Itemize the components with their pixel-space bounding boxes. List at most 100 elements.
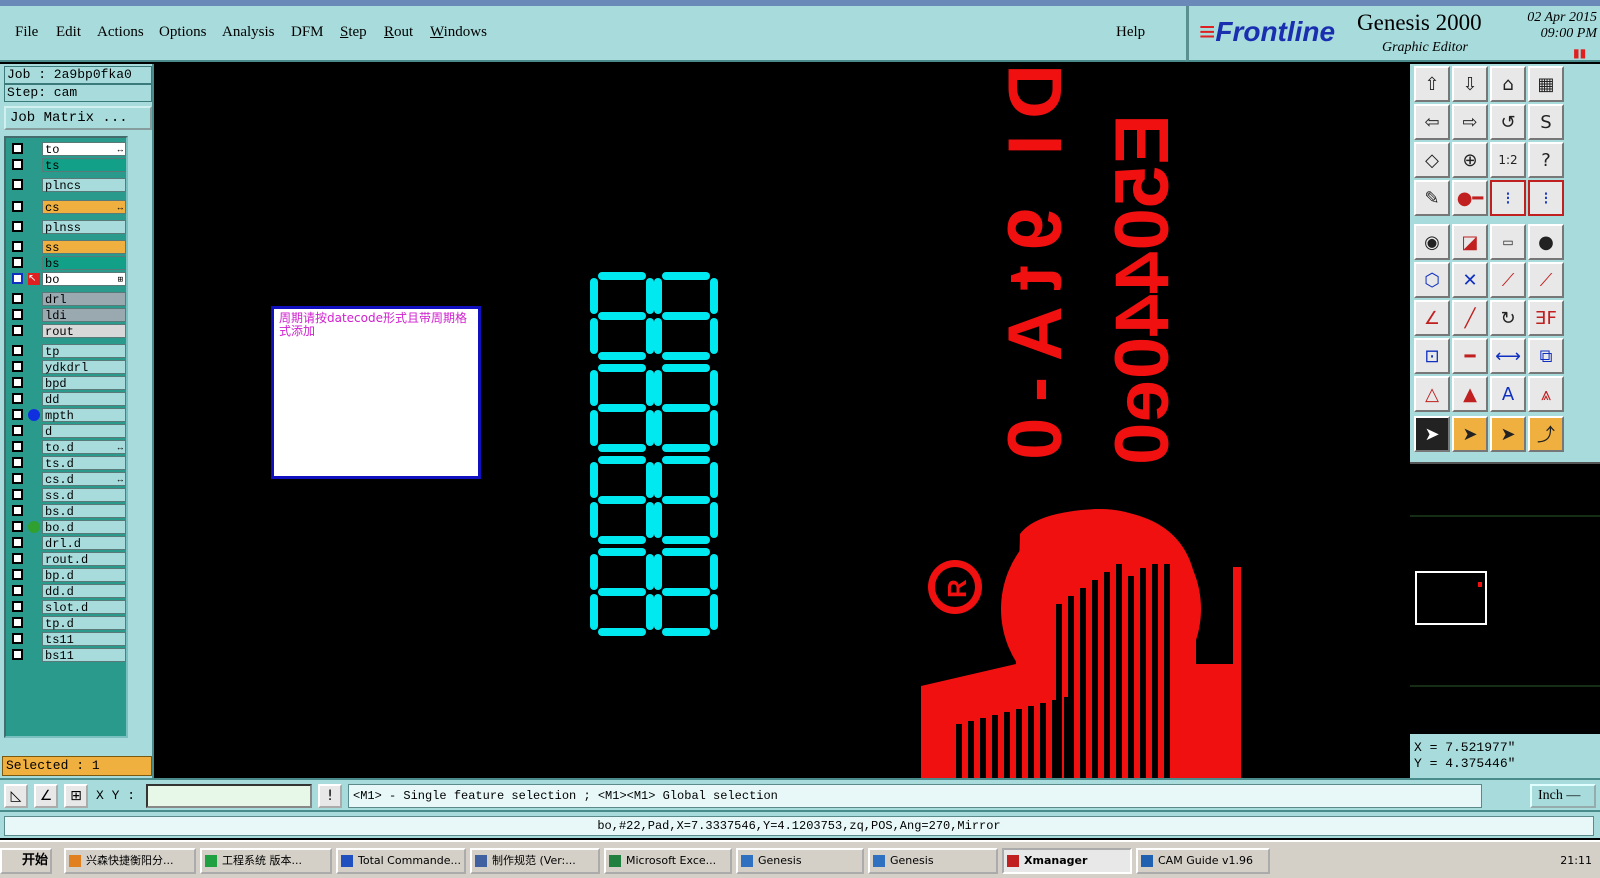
start-button[interactable]: 开始 [0,848,52,874]
layer-checkbox[interactable] [12,143,23,154]
slash-icon[interactable]: ╱ [1452,300,1488,336]
menu-rout[interactable]: Rout [384,24,413,41]
layer-checkbox[interactable] [12,393,23,404]
unit-selector[interactable]: Inch — [1530,784,1596,808]
layer-name[interactable]: rout.d [42,552,126,567]
layer-checkbox[interactable] [12,649,23,660]
job-matrix-button[interactable]: Job Matrix ... [4,106,152,130]
home-icon[interactable]: ⌂ [1490,66,1526,102]
tri-icon-1[interactable]: △ [1414,376,1450,412]
measure-icon[interactable]: ⟷ [1490,338,1526,374]
layer-name[interactable]: bs [42,256,126,271]
layer-row-drl[interactable]: drl [8,292,126,307]
layer-checkbox[interactable] [12,361,23,372]
scale-1-2-icon[interactable]: 1:2 [1490,142,1526,178]
layer-name[interactable]: bo ⊞ [42,272,126,287]
layer-row-bs-d[interactable]: bs.d [8,504,126,519]
layer-row-to[interactable]: to ↔ [8,142,126,157]
menu-actions[interactable]: Actions [97,24,144,41]
layer-name[interactable]: mpth [42,408,126,423]
array-icon[interactable]: ⧉ [1528,338,1564,374]
layer-checkbox[interactable] [12,293,23,304]
layer-name[interactable]: to.d ↔ [42,440,126,455]
layer-row-slot-d[interactable]: slot.d [8,600,126,615]
zoom-down-icon[interactable]: ⇩ [1452,66,1488,102]
layer-row-rout-d[interactable]: rout.d [8,552,126,567]
layer-checkbox[interactable] [12,409,23,420]
snap-grid-icon[interactable]: ◺ [4,784,28,808]
connect-icon[interactable]: ⬡ [1414,262,1450,298]
layer-row-cs[interactable]: cs ↔ [8,200,126,215]
rotate-icon[interactable]: ↻ [1490,300,1526,336]
pad-icon[interactable]: ◉ [1414,224,1450,260]
taskbar-item[interactable]: 兴森快捷衡阳分... [64,848,196,874]
layer-checkbox[interactable] [12,521,23,532]
layer-name[interactable]: cs ↔ [42,200,126,215]
alert-icon[interactable]: ! [318,784,342,808]
layer-checkbox[interactable] [12,617,23,628]
layer-row-ss[interactable]: ss [8,240,126,255]
layer-row-bo[interactable]: ↖ bo ⊞ [8,272,126,287]
taskbar-item[interactable]: CAM Guide v1.96 [1136,848,1270,874]
menu-step[interactable]: Step [340,24,367,41]
circle-icon[interactable]: ● [1528,224,1564,260]
layer-row-plncs[interactable]: plncs [8,178,126,193]
arc-node-icon[interactable]: ⟋ [1528,262,1564,298]
layer-name[interactable]: bo.d [42,520,126,535]
line-node-icon[interactable]: ⟋ [1490,262,1526,298]
menu-edit[interactable]: Edit [56,24,81,41]
layer-checkbox[interactable] [12,505,23,516]
layer-row-dd-d[interactable]: dd.d [8,584,126,599]
redraw-icon[interactable]: ↺ [1490,104,1526,140]
layer-row-ldi[interactable]: ldi [8,308,126,323]
menu-windows[interactable]: Windows [430,24,487,41]
layer-name[interactable]: plncs [42,178,126,193]
tri-icon-4[interactable]: ⩓ [1528,376,1564,412]
layer-name[interactable]: dd [42,392,126,407]
layer-row-bo-d[interactable]: bo.d [8,520,126,535]
angle-icon[interactable]: ∠ [1414,300,1450,336]
layer-checkbox[interactable] [12,309,23,320]
menu-help[interactable]: Help [1116,24,1145,41]
layer-name[interactable]: rout [42,324,126,339]
move-icon[interactable]: ◪ [1452,224,1488,260]
layer-row-d[interactable]: d [8,424,126,439]
layer-row-dd[interactable]: dd [8,392,126,407]
layer-name[interactable]: cs.d ↔ [42,472,126,487]
layer-row-drl-d[interactable]: drl.d [8,536,126,551]
layer-row-bp-d[interactable]: bp.d [8,568,126,583]
menu-dfm[interactable]: DFM [291,24,324,41]
layer-name[interactable]: bs11 [42,648,126,663]
angle-snap-icon[interactable]: ∠ [34,784,58,808]
layer-row-tp-d[interactable]: tp.d [8,616,126,631]
taskbar-item[interactable]: Total Commande... [336,848,466,874]
layer-checkbox[interactable] [12,489,23,500]
layer-name[interactable]: bp.d [42,568,126,583]
layer-name[interactable]: ts [42,158,126,173]
taskbar-item[interactable]: Xmanager [1002,848,1132,874]
layer-checkbox[interactable] [12,457,23,468]
layer-name[interactable]: ldi [42,308,126,323]
palette-icon[interactable]: ✎ [1414,180,1450,216]
net-icon-2[interactable]: ⁝ [1528,180,1564,216]
layer-checkbox[interactable] [12,241,23,252]
help-icon[interactable]: ? [1528,142,1564,178]
layer-checkbox[interactable] [12,537,23,548]
layer-name[interactable]: slot.d [42,600,126,615]
layer-name[interactable]: plnss [42,220,126,235]
layer-row-plnss[interactable]: plnss [8,220,126,235]
window-icon[interactable]: ▦ [1528,66,1564,102]
layer-name[interactable]: drl.d [42,536,126,551]
layer-checkbox[interactable] [12,601,23,612]
layer-name[interactable]: ss.d [42,488,126,503]
menu-options[interactable]: Options [159,24,207,41]
layer-checkbox[interactable] [12,273,23,284]
xy-input[interactable] [146,784,312,808]
layer-row-ts-d[interactable]: ts.d [8,456,126,471]
menu-file[interactable]: File [15,24,38,41]
layer-checkbox[interactable] [12,441,23,452]
net-icon-1[interactable]: ⁝ [1490,180,1526,216]
layer-row-tp[interactable]: tp [8,344,126,359]
taskbar-item[interactable]: 制作规范 (Ver:... [470,848,600,874]
pan-left-icon[interactable]: ⇦ [1414,104,1450,140]
